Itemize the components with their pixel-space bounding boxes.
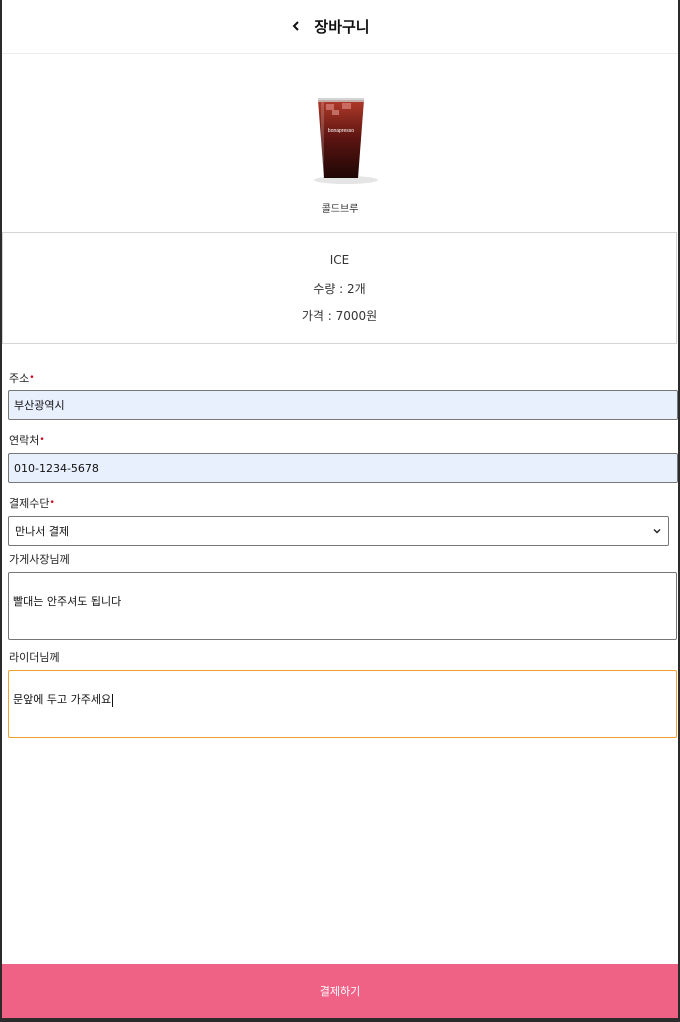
product-section: bonapresso 콜드브루: [2, 54, 678, 232]
address-input[interactable]: 부산광역시: [8, 390, 678, 420]
page-title: 장바구니: [314, 18, 370, 36]
chevron-down-icon: [653, 529, 661, 534]
order-detail-box: ICE 수량 : 2개 가격 : 7000원: [2, 232, 677, 344]
rider-note-value: 문앞에 두고 가주세요: [13, 693, 112, 706]
address-label: 주소•: [9, 370, 35, 386]
phone-label: 연락처•: [9, 432, 45, 448]
phone-label-text: 연락처: [9, 434, 40, 447]
price-text: 가격 : 7000원: [301, 309, 378, 323]
store-note-label: 가게사장님께: [9, 553, 70, 566]
store-note-textarea[interactable]: 빨대는 안주셔도 됩니다: [8, 572, 677, 640]
payment-label-text: 결제수단: [9, 497, 50, 510]
phone-input-value: 010-1234-5678: [14, 461, 99, 475]
rider-note-label: 라이더님께: [9, 651, 60, 664]
required-mark: •: [39, 435, 45, 445]
rider-note-textarea[interactable]: 문앞에 두고 가주세요: [8, 670, 677, 738]
header: 장바구니: [2, 0, 678, 54]
payment-select[interactable]: 만나서 결제: [8, 516, 669, 546]
svg-text:bonapresso: bonapresso: [328, 128, 354, 134]
phone-input[interactable]: 010-1234-5678: [8, 453, 678, 483]
address-label-text: 주소: [9, 372, 30, 385]
quantity-text: 수량 : 2개: [313, 282, 366, 296]
payment-select-value: 만나서 결제: [15, 525, 70, 538]
text-caret: [112, 693, 114, 707]
pay-button[interactable]: 결제하기: [2, 964, 678, 1018]
product-image: bonapresso: [314, 98, 378, 184]
address-input-value: 부산광역시: [14, 399, 65, 412]
temperature-text: ICE: [329, 253, 350, 267]
pay-button-label: 결제하기: [319, 985, 361, 998]
payment-label: 결제수단•: [9, 495, 55, 511]
store-note-value: 빨대는 안주셔도 됩니다: [13, 595, 122, 608]
product-name: 콜드브루: [321, 204, 359, 215]
required-mark: •: [29, 373, 35, 383]
required-mark: •: [49, 498, 55, 508]
